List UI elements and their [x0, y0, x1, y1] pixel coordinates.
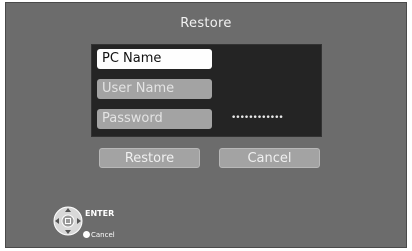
password-field[interactable]: Password — [97, 109, 212, 129]
cancel-button-icon — [83, 231, 90, 238]
dialog-title: Restore — [180, 16, 232, 31]
restore-button[interactable]: Restore — [99, 148, 200, 168]
restore-screen: Restore PC Name User Name Password •••••… — [5, 2, 407, 248]
remote-dpad-icon — [53, 206, 83, 236]
pc-name-field[interactable]: PC Name — [97, 49, 212, 69]
credentials-panel: PC Name User Name Password •••••••••••• — [91, 44, 322, 137]
password-value: •••••••••••• — [231, 113, 284, 123]
cancel-legend: Cancel — [91, 231, 115, 239]
cancel-button[interactable]: Cancel — [219, 148, 320, 168]
user-name-field[interactable]: User Name — [97, 79, 212, 99]
enter-legend: ENTER — [85, 209, 115, 218]
